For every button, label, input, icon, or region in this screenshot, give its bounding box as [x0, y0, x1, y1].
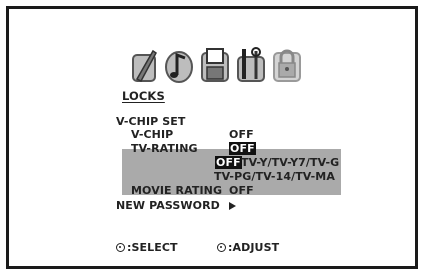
vchip-label: V-CHIP [131, 128, 174, 141]
setup-icon[interactable] [199, 45, 231, 85]
movie-rating-value: OFF [229, 184, 254, 197]
tv-rating-value[interactable]: OFF [229, 142, 256, 155]
sound-icon[interactable] [163, 45, 195, 85]
menu-title: LOCKS [122, 89, 165, 103]
tv-menu-screen: LOCKS V-CHIP SET V-CHIP OFF TV-RATING OF… [6, 6, 418, 269]
vchip-set-heading: V-CHIP SET [116, 115, 186, 128]
adjust-hint: :ADJUST [217, 241, 279, 254]
select-button-icon [116, 243, 125, 252]
tv-rating-sub-line1: TV-Y/TV-Y7/TV-G [241, 156, 340, 169]
arrow-right-icon [229, 202, 236, 210]
select-hint: :SELECT [116, 241, 178, 254]
locks-icon[interactable] [271, 45, 303, 85]
tv-rating-sub-value[interactable]: OFF [215, 156, 242, 169]
select-hint-label: :SELECT [127, 241, 178, 254]
vchip-value: OFF [229, 128, 254, 141]
adjust-hint-label: :ADJUST [228, 241, 280, 254]
adjust-button-icon [217, 243, 226, 252]
tv-rating-sub-line2: TV-PG/TV-14/TV-MA [214, 170, 335, 183]
tools-icon[interactable] [235, 45, 267, 85]
picture-icon[interactable] [129, 45, 161, 85]
movie-rating-label: MOVIE RATING [131, 184, 223, 197]
tv-rating-label: TV-RATING [131, 142, 198, 155]
new-password-label: NEW PASSWORD [116, 199, 220, 212]
